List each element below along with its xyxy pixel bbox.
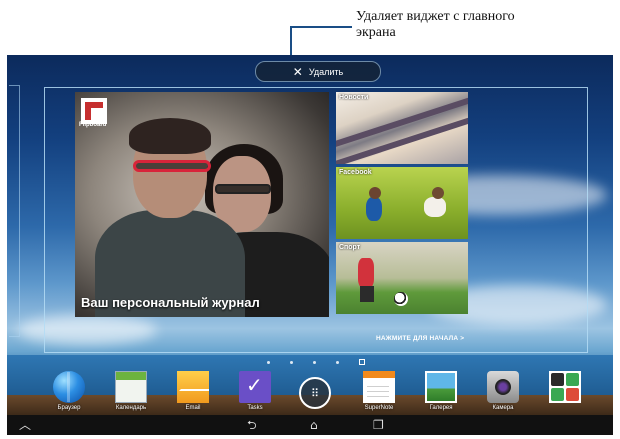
calendar-icon [115,371,147,403]
flipboard-logo-icon [81,98,107,124]
photo-detail [360,286,374,302]
dock-label: Камера [492,405,514,411]
back-icon[interactable]: ⮌ [247,417,257,433]
home-screen: ✕ Удалить Flipboard Ваш персональный жур… [7,55,613,435]
gallery-icon [425,371,457,403]
photo-detail [215,184,271,194]
flipboard-cover-tile[interactable]: Flipboard Ваш персональный журнал [75,92,329,317]
dock-label: SuperNote [364,405,394,411]
maps-icon [566,373,579,386]
page-indicator [267,359,365,365]
photo-detail [358,258,374,288]
callout-annotation: Удаляет виджет с главного экрана [356,9,596,41]
all-apps-icon: ⠿ [299,377,331,409]
press-to-start-link[interactable]: НАЖМИТЕ ДЛЯ НАЧАЛА > [376,335,464,342]
supernote-icon [363,371,395,403]
close-icon: ✕ [292,64,303,79]
page-dot[interactable] [267,360,270,364]
page-dot-active[interactable] [359,359,365,365]
dock-app-gallery[interactable]: Галерея [411,371,471,411]
delete-widget-target[interactable]: ✕ Удалить [255,61,381,82]
dock-label: Галерея [429,405,453,411]
dock-label: Браузер [57,405,81,411]
photo-person [129,118,211,154]
hangouts-icon [551,388,564,401]
dock-label: Email [185,405,201,411]
recents-icon[interactable]: ❐ [373,417,384,433]
dock-app-calendar[interactable]: Календарь [101,371,161,411]
adjacent-page-edge [9,85,20,337]
callout-leader-horizontal [290,26,352,28]
dock-app-browser[interactable]: Браузер [39,371,99,411]
delete-label: Удалить [308,66,344,77]
tile-label: Новости [339,94,369,101]
photo-detail [394,292,408,306]
dock-label: Календарь [115,405,147,411]
dock-app-camera[interactable]: Камера [473,371,533,411]
dock-all-apps-button[interactable]: ⠿ [285,377,345,409]
google-plus-icon [566,388,579,401]
home-icon[interactable]: ⌂ [310,417,318,433]
dock-label: Tasks [247,405,263,411]
page-dot[interactable] [313,360,316,364]
dock-app-email[interactable]: Email [163,371,223,411]
callout-line-1: Удаляет виджет с главного [356,9,515,24]
dock-google-folder[interactable] [535,371,595,403]
play-store-icon [551,373,564,386]
browser-icon [53,371,85,403]
dock-app-tasks[interactable]: Tasks [225,371,285,411]
flipboard-brand: Flipboard [79,122,107,128]
photo-detail [369,187,381,199]
photo-detail [424,197,446,217]
tasks-icon [239,371,271,403]
photo-detail [366,197,382,221]
photo-detail [133,160,211,172]
dock-app-supernote[interactable]: SuperNote [349,371,409,411]
email-icon [177,371,209,403]
tile-facebook[interactable]: Facebook [336,167,468,239]
page-dot[interactable] [336,360,339,364]
callout-line-2: экрана [356,25,396,40]
main-caption: Ваш персональный журнал [81,295,260,310]
system-navigation-bar: ︿ ⮌ ⌂ ❐ [7,415,613,435]
photo-detail [432,187,444,199]
tile-label: Facebook [339,169,372,176]
tile-sport[interactable]: Спорт [336,242,468,314]
expand-up-icon[interactable]: ︿ [19,417,31,433]
camera-icon [487,371,519,403]
tile-label: Спорт [339,244,361,251]
google-apps-folder-icon [549,371,581,403]
page-dot[interactable] [290,360,293,364]
tile-news[interactable]: Новости [336,92,468,164]
